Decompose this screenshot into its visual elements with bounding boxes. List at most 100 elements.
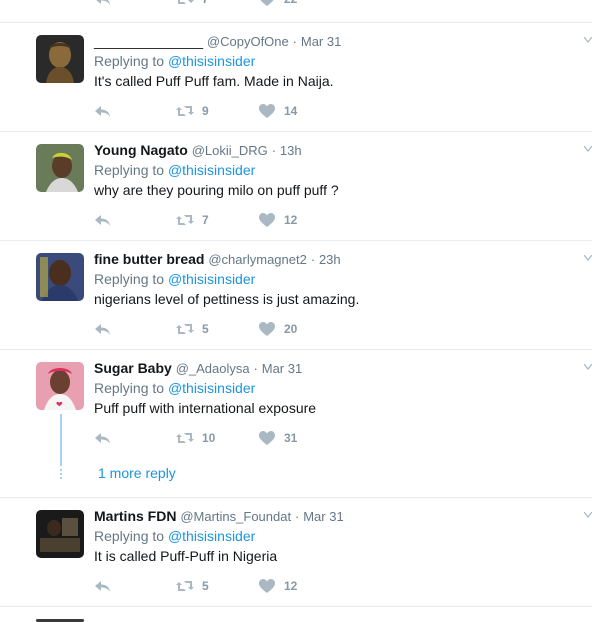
replying-prefix: Replying to xyxy=(94,53,165,69)
thread-dots xyxy=(60,469,62,481)
retweet-icon xyxy=(176,215,194,225)
retweet-count: 10 xyxy=(202,431,216,445)
retweet-action[interactable]: 9 xyxy=(176,103,258,119)
user-name[interactable]: Sugar Baby xyxy=(94,360,172,376)
tweet-time[interactable]: Mar 31 xyxy=(301,34,341,49)
retweet-action[interactable]: 5 xyxy=(176,321,258,337)
reply-action[interactable] xyxy=(94,430,176,446)
replying-prefix: Replying to xyxy=(94,271,165,287)
reply-icon xyxy=(95,581,110,592)
retweet-count: 9 xyxy=(202,104,209,118)
tweet[interactable]: Martins FDN @Martins_Foundat · Mar 31 Re… xyxy=(0,498,592,607)
heart-icon xyxy=(259,431,275,445)
reply-action[interactable] xyxy=(94,578,176,594)
avatar[interactable] xyxy=(36,510,84,558)
tweet-header: fine butter bread @charlymagnet2 · 23h xyxy=(94,251,341,267)
retweet-count: 5 xyxy=(202,579,209,593)
retweet-count: 7 xyxy=(202,0,209,6)
like-count: 14 xyxy=(284,104,298,118)
like-action[interactable]: 14 xyxy=(258,103,340,119)
tweet[interactable]: Young Nagato @Lokii_DRG · 13h Replying t… xyxy=(0,132,592,241)
tweet[interactable]: fine butter bread @charlymagnet2 · 23h R… xyxy=(0,241,592,350)
like-count: 12 xyxy=(284,213,298,227)
replying-to-link[interactable]: @thisisinsider xyxy=(168,528,255,544)
replying-to: Replying to @thisisinsider xyxy=(94,269,578,289)
tweet-time[interactable]: 23h xyxy=(319,252,341,267)
replying-prefix: Replying to xyxy=(94,528,165,544)
user-name[interactable]: fine butter bread xyxy=(94,251,204,267)
avatar[interactable]: ❤ xyxy=(36,362,84,410)
tweet-actions: 9 14 xyxy=(94,101,340,121)
chevron-down-icon[interactable] xyxy=(584,146,592,152)
reply-icon xyxy=(95,106,110,117)
more-replies-link[interactable]: 1 more reply xyxy=(98,465,176,481)
heart-icon xyxy=(260,0,274,6)
like-count: 20 xyxy=(284,322,298,336)
replying-to: Replying to @thisisinsider xyxy=(94,526,578,546)
user-handle[interactable]: @charlymagnet2 xyxy=(208,252,306,267)
user-handle[interactable]: @Martins_Foundat xyxy=(180,509,291,524)
replying-prefix: Replying to xyxy=(94,162,165,178)
tweet-header: ______________ @CopyOfOne · Mar 31 xyxy=(94,33,342,49)
tweet-header: Sugar Baby @_Adaolysa · Mar 31 xyxy=(94,360,303,376)
avatar[interactable] xyxy=(36,144,84,192)
tweet-partial-top: 7 22 xyxy=(0,0,592,23)
like-action[interactable]: 12 xyxy=(258,578,340,594)
like-count: 22 xyxy=(284,0,297,6)
like-action[interactable]: 31 xyxy=(258,430,340,446)
tweet-actions: 7 12 xyxy=(94,210,340,230)
tweet-actions: 10 31 xyxy=(94,428,340,448)
tweet[interactable]: ______________ @CopyOfOne · Mar 31 Reply… xyxy=(0,23,592,132)
replying-to-link[interactable]: @thisisinsider xyxy=(168,271,255,287)
heart-icon xyxy=(259,104,275,118)
like-count: 31 xyxy=(284,431,298,445)
chevron-down-icon[interactable] xyxy=(584,512,592,518)
reply-action[interactable] xyxy=(94,0,176,7)
chevron-down-icon[interactable] xyxy=(584,37,592,43)
retweet-icon xyxy=(176,106,194,116)
retweet-action[interactable]: 7 xyxy=(176,0,258,7)
like-action[interactable]: 12 xyxy=(258,212,340,228)
retweet-action[interactable]: 10 xyxy=(176,430,258,446)
like-action[interactable]: 22 xyxy=(258,0,340,7)
user-handle[interactable]: @Lokii_DRG xyxy=(192,143,268,158)
retweet-count: 7 xyxy=(202,213,209,227)
tweet-header: Young Nagato @Lokii_DRG · 13h xyxy=(94,142,302,158)
avatar[interactable] xyxy=(36,35,84,83)
replying-to-link[interactable]: @thisisinsider xyxy=(168,380,255,396)
tweet-time[interactable]: Mar 31 xyxy=(303,509,343,524)
tweet-time[interactable]: Mar 31 xyxy=(262,361,302,376)
retweet-icon xyxy=(176,581,194,591)
heart-icon xyxy=(259,322,275,336)
replying-to: Replying to @thisisinsider xyxy=(94,378,578,398)
chevron-down-icon[interactable] xyxy=(584,364,592,370)
like-count: 12 xyxy=(284,579,298,593)
reply-action[interactable] xyxy=(94,321,176,337)
user-name[interactable]: ______________ xyxy=(94,33,203,49)
reply-icon xyxy=(95,433,110,444)
reply-action[interactable] xyxy=(94,103,176,119)
user-handle[interactable]: @CopyOfOne xyxy=(207,34,289,49)
tweet-partial-bottom xyxy=(0,607,592,622)
reply-icon xyxy=(95,215,110,226)
replying-to-link[interactable]: @thisisinsider xyxy=(168,162,255,178)
user-name[interactable]: Martins FDN xyxy=(94,508,176,524)
tweet-text: It's called Puff Puff fam. Made in Naija… xyxy=(94,73,334,89)
reply-icon xyxy=(95,324,110,335)
tweet[interactable]: ❤ Sugar Baby @_Adaolysa · Mar 31 Replyin… xyxy=(0,350,592,498)
tweet-text: why are they pouring milo on puff puff ? xyxy=(94,182,339,198)
tweet-time[interactable]: 13h xyxy=(280,143,302,158)
retweet-icon xyxy=(176,324,194,334)
user-name[interactable]: Young Nagato xyxy=(94,142,188,158)
retweet-action[interactable]: 5 xyxy=(176,578,258,594)
reply-action[interactable] xyxy=(94,212,176,228)
like-action[interactable]: 20 xyxy=(258,321,340,337)
user-handle[interactable]: @_Adaolysa xyxy=(176,361,250,376)
thread-line xyxy=(60,414,62,466)
replying-to-link[interactable]: @thisisinsider xyxy=(168,53,255,69)
avatar[interactable] xyxy=(36,253,84,301)
tweet-header: Martins FDN @Martins_Foundat · Mar 31 xyxy=(94,508,344,524)
retweet-action[interactable]: 7 xyxy=(176,212,258,228)
chevron-down-icon[interactable] xyxy=(584,255,592,261)
heart-icon xyxy=(259,579,275,593)
